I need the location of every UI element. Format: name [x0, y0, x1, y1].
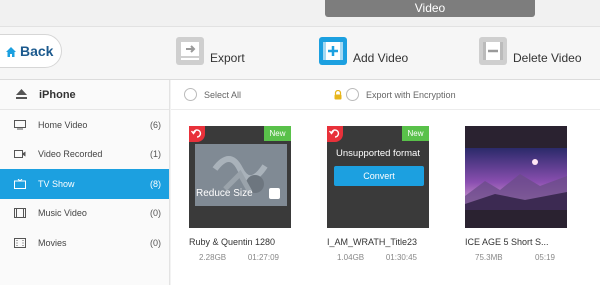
convert-button[interactable]: Convert: [334, 166, 424, 186]
add-video-button[interactable]: Add Video: [318, 36, 408, 66]
delete-video-icon: [478, 36, 508, 66]
video-size: 75.3MB: [475, 253, 503, 262]
home-icon: [5, 45, 17, 57]
video-thumbnail[interactable]: New Unsupported format Convert: [327, 126, 429, 228]
sidebar-item-label: Video Recorded: [38, 149, 103, 160]
video-title: I_AM_WRATH_Title23: [327, 237, 418, 247]
sidebar: iPhone Home Video (6) Video Recorded (1)…: [0, 80, 170, 285]
eject-icon: [16, 86, 27, 104]
undo-icon[interactable]: [189, 126, 205, 142]
reduce-size-checkbox[interactable]: [269, 188, 280, 199]
video-tab[interactable]: Video: [325, 0, 535, 17]
camera-icon: [14, 149, 26, 159]
sidebar-item-count: (8): [150, 178, 161, 189]
video-card[interactable]: ICE AGE 5 Short S... 75.3MB 05:19: [465, 126, 567, 262]
sidebar-item-movies[interactable]: Movies (0): [0, 228, 169, 258]
video-meta: 2.28GB 01:27:09: [189, 253, 291, 262]
export-label: Export: [210, 51, 245, 65]
video-duration: 05:19: [534, 253, 555, 262]
add-video-label: Add Video: [353, 51, 409, 65]
select-all-label: Select All: [204, 89, 242, 100]
video-card[interactable]: New Unsupported format Convert I_AM_WRAT…: [327, 126, 429, 262]
tv-show-icon: [14, 178, 26, 189]
undo-icon[interactable]: [327, 126, 343, 142]
select-all-checkbox[interactable]: [184, 88, 197, 101]
sidebar-item-label: Home Video: [38, 119, 88, 130]
export-icon: [175, 36, 205, 66]
video-size: 2.28GB: [199, 253, 227, 262]
new-badge: New: [402, 126, 429, 141]
video-title: Ruby & Quentin 1280: [189, 237, 276, 247]
film-icon: [14, 208, 26, 219]
encryption-checkbox[interactable]: [346, 88, 360, 101]
video-title: ICE AGE 5 Short S...: [465, 237, 549, 247]
delete-video-label: Delete Video: [513, 51, 582, 65]
video-meta: 1.04GB 01:30:45: [327, 253, 429, 262]
video-size: 1.04GB: [337, 253, 365, 262]
sidebar-item-count: (6): [150, 119, 161, 130]
video-thumbnail[interactable]: [465, 126, 567, 228]
device-name: iPhone: [39, 88, 76, 101]
sidebar-item-music-video[interactable]: Music Video (0): [0, 199, 169, 229]
lock-icon: [333, 89, 343, 100]
encryption-label: Export with Encryption: [366, 89, 456, 100]
tv-icon: [14, 119, 26, 130]
back-label: Back: [20, 43, 54, 59]
new-badge: New: [264, 126, 291, 141]
add-video-icon: [318, 36, 348, 66]
export-button[interactable]: Export: [175, 36, 245, 66]
device-header[interactable]: iPhone: [0, 80, 169, 110]
delete-video-button[interactable]: Delete Video: [478, 36, 582, 66]
back-button[interactable]: Back: [0, 34, 62, 68]
video-duration: 01:30:45: [385, 253, 417, 262]
movie-icon: [14, 237, 26, 248]
toolbar: Back Export Add Video Delete Video: [0, 27, 600, 80]
reduce-size-label: Reduce Size: [196, 188, 253, 199]
video-meta: 75.3MB 05:19: [465, 253, 567, 262]
selection-bar: Select All Export with Encryption: [171, 80, 600, 110]
video-thumbnail[interactable]: New Reduce Size: [189, 126, 291, 228]
sidebar-item-label: Music Video: [38, 208, 87, 219]
thumbnail-image: [465, 148, 567, 210]
sidebar-item-count: (0): [150, 237, 161, 248]
sidebar-item-count: (1): [150, 149, 161, 160]
title-bar: Video: [0, 0, 600, 27]
video-duration: 01:27:09: [247, 253, 279, 262]
video-grid: Select All Export with Encryption New Re…: [171, 80, 600, 285]
sidebar-item-count: (0): [150, 208, 161, 219]
sidebar-item-label: TV Show: [38, 178, 75, 189]
sidebar-item-home-video[interactable]: Home Video (6): [0, 110, 169, 140]
sidebar-item-label: Movies: [38, 237, 67, 248]
unsupported-format-label: Unsupported format: [336, 148, 420, 159]
video-card[interactable]: New Reduce Size Ruby & Quentin 1280 2.28…: [189, 126, 291, 262]
sidebar-item-video-recorded[interactable]: Video Recorded (1): [0, 140, 169, 170]
sidebar-item-tv-show[interactable]: TV Show (8): [0, 169, 169, 199]
